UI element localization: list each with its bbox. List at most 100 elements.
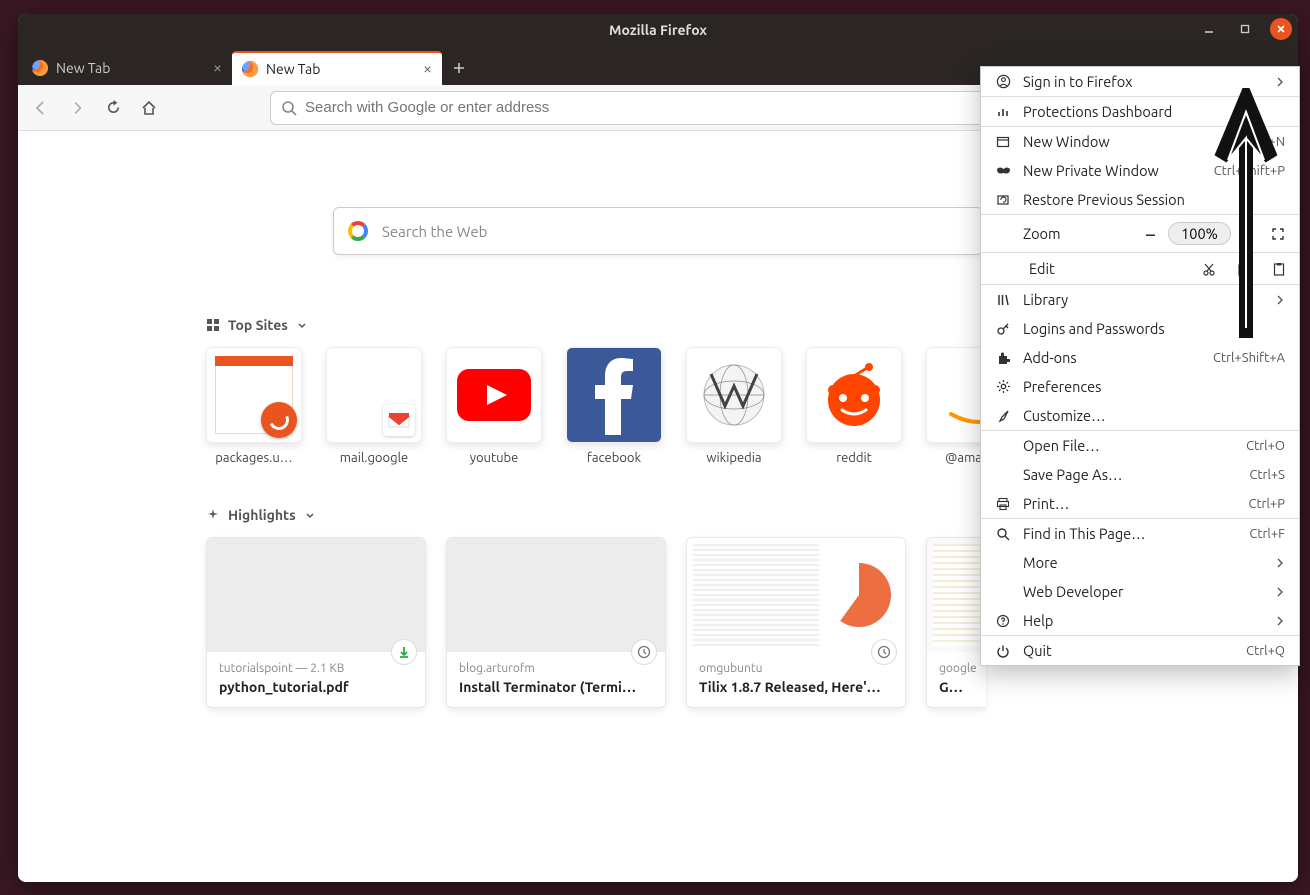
menu-webdev[interactable]: Web Developer (981, 577, 1299, 606)
puzzle-icon (995, 351, 1011, 365)
window-icon (995, 135, 1011, 149)
key-icon (995, 322, 1011, 336)
menu-find[interactable]: Find in This Page… Ctrl+F (981, 519, 1299, 548)
tab-1[interactable]: New Tab × (232, 51, 442, 85)
chevron-right-icon (1275, 295, 1285, 305)
home-button[interactable] (134, 93, 164, 123)
copy-icon[interactable] (1238, 262, 1251, 276)
menu-library[interactable]: Library (981, 285, 1299, 314)
clock-icon (631, 639, 657, 665)
new-tab-button[interactable] (442, 51, 476, 85)
power-icon (995, 644, 1011, 658)
zoom-level[interactable]: 100% (1168, 222, 1231, 245)
tab-label: New Tab (56, 60, 110, 76)
card-title: Install Terminator (Termi… (459, 679, 653, 695)
paste-icon[interactable] (1273, 262, 1285, 276)
sparkle-icon (206, 508, 220, 522)
grid-icon (206, 318, 220, 332)
mask-icon (995, 166, 1011, 176)
chevron-right-icon (1275, 587, 1285, 597)
maximize-button[interactable] (1234, 18, 1256, 40)
top-site-tile[interactable]: wikipedia (686, 347, 782, 465)
highlight-card[interactable]: blog.arturofm Install Terminator (Termi… (446, 537, 666, 708)
google-icon (348, 221, 368, 241)
menu-quit[interactable]: Quit Ctrl+Q (981, 636, 1299, 665)
section-label: Highlights (228, 507, 296, 523)
clock-icon (871, 639, 897, 665)
chevron-down-icon (296, 319, 308, 331)
menu-addons[interactable]: Add-ons Ctrl+Shift+A (981, 343, 1299, 372)
chevron-right-icon (1275, 558, 1285, 568)
menu-open-file[interactable]: Open File… Ctrl+O (981, 431, 1299, 460)
menu-save-as[interactable]: Save Page As… Ctrl+S (981, 460, 1299, 489)
chevron-right-icon (1275, 77, 1285, 87)
close-tab-icon[interactable]: × (213, 59, 222, 77)
restore-icon (995, 193, 1011, 207)
top-site-tile[interactable]: mail.google (326, 347, 422, 465)
tile-label: youtube (470, 451, 519, 465)
card-title: python_tutorial.pdf (219, 679, 413, 695)
menu-logins[interactable]: Logins and Passwords (981, 314, 1299, 343)
forward-button[interactable] (62, 93, 92, 123)
window-controls (1198, 18, 1292, 40)
section-label: Top Sites (228, 317, 288, 333)
search-icon (281, 100, 297, 116)
tile-label: mail.google (340, 451, 408, 465)
address-bar[interactable] (270, 91, 1062, 125)
menu-restore[interactable]: Restore Previous Session (981, 185, 1299, 214)
tab-0[interactable]: New Tab × (22, 51, 232, 85)
card-source: tutorialspoint — 2.1 KB (219, 662, 413, 675)
fullscreen-icon[interactable] (1271, 227, 1285, 241)
reload-button[interactable] (98, 93, 128, 123)
tile-label: facebook (587, 451, 641, 465)
highlight-card[interactable]: google Gmail (926, 537, 986, 708)
tile-label: reddit (836, 451, 872, 465)
address-input[interactable] (305, 99, 1051, 116)
card-title: Tilix 1.8.7 Released, Here'… (699, 679, 893, 695)
menu-new-window[interactable]: New Window Ctrl+N (981, 127, 1299, 156)
titlebar: Mozilla Firefox (18, 14, 1298, 46)
window-title: Mozilla Firefox (609, 22, 707, 38)
gear-icon (995, 379, 1011, 394)
highlight-card[interactable]: tutorialspoint — 2.1 KB python_tutorial.… (206, 537, 426, 708)
card-source: blog.arturofm (459, 662, 653, 675)
hero-search[interactable]: Search the Web (333, 207, 983, 255)
library-icon (995, 293, 1011, 307)
menu-new-private[interactable]: New Private Window Ctrl+Shift+P (981, 156, 1299, 185)
chevron-down-icon (304, 509, 316, 521)
highlight-card[interactable]: omgubuntu Tilix 1.8.7 Released, Here'… (686, 537, 906, 708)
menu-customize[interactable]: Customize… (981, 401, 1299, 430)
cut-icon[interactable] (1202, 262, 1216, 276)
card-title: Gmail (939, 679, 974, 695)
menu-edit: Edit (981, 253, 1299, 284)
top-site-tile[interactable]: facebook (566, 347, 662, 465)
menu-help[interactable]: Help (981, 606, 1299, 635)
menu-preferences[interactable]: Preferences (981, 372, 1299, 401)
menu-zoom: Zoom − 100% + (981, 215, 1299, 252)
firefox-icon (242, 61, 258, 77)
menu-protections[interactable]: Protections Dashboard (981, 97, 1299, 126)
zoom-in-button[interactable]: + (1243, 224, 1253, 244)
top-site-tile[interactable]: packages.u… (206, 347, 302, 465)
zoom-out-button[interactable]: − (1145, 222, 1156, 245)
hero-search-placeholder: Search the Web (382, 223, 487, 240)
help-icon (995, 614, 1011, 628)
card-source: omgubuntu (699, 662, 893, 675)
close-tab-icon[interactable]: × (423, 60, 432, 78)
close-button[interactable] (1270, 18, 1292, 40)
paintbrush-icon (995, 409, 1011, 423)
dashboard-icon (995, 105, 1011, 119)
app-menu-dropdown: Sign in to Firefox Protections Dashboard… (980, 66, 1300, 666)
menu-more[interactable]: More (981, 548, 1299, 577)
top-site-tile[interactable]: reddit (806, 347, 902, 465)
firefox-icon (32, 60, 48, 76)
menu-print[interactable]: Print… Ctrl+P (981, 489, 1299, 518)
back-button[interactable] (26, 93, 56, 123)
menu-signin[interactable]: Sign in to Firefox (981, 67, 1299, 96)
minimize-button[interactable] (1198, 18, 1220, 40)
tab-label: New Tab (266, 61, 320, 77)
card-source: google (939, 662, 974, 675)
top-site-tile[interactable]: youtube (446, 347, 542, 465)
account-icon (995, 74, 1011, 89)
tile-label: wikipedia (706, 451, 761, 465)
